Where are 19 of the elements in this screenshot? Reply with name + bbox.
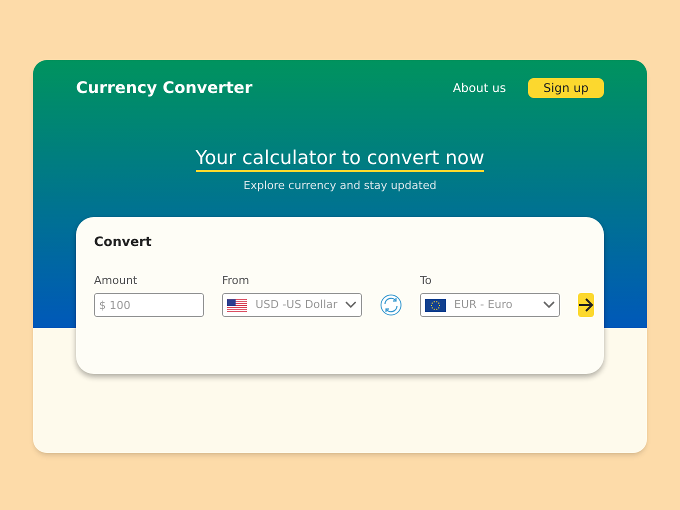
chevron-down-icon xyxy=(543,301,555,309)
field-label: Amount xyxy=(94,272,138,288)
amount-field[interactable]: $ 100 xyxy=(94,293,204,317)
flag-icon xyxy=(227,298,248,312)
nav-link[interactable]: About us xyxy=(452,79,506,97)
swap-icon[interactable] xyxy=(380,294,402,316)
flag-icon xyxy=(425,298,446,312)
hero-subtitle: Explore currency and stay updated xyxy=(244,178,436,194)
arrow-right-icon xyxy=(578,298,594,312)
card-title: Convert xyxy=(94,234,152,250)
hero-title: Your calculator to convert now xyxy=(196,146,484,172)
chevron-down-icon xyxy=(345,301,357,309)
convert-button[interactable] xyxy=(578,293,594,317)
field-label: From xyxy=(222,272,250,288)
brand-title: Currency Converter xyxy=(76,77,252,99)
field-label: To xyxy=(420,272,433,288)
signup-button[interactable]: Sign up xyxy=(528,78,604,98)
currency-select[interactable]: USD -US Dollar xyxy=(222,293,362,317)
currency-select[interactable]: EUR - Euro xyxy=(420,293,560,317)
